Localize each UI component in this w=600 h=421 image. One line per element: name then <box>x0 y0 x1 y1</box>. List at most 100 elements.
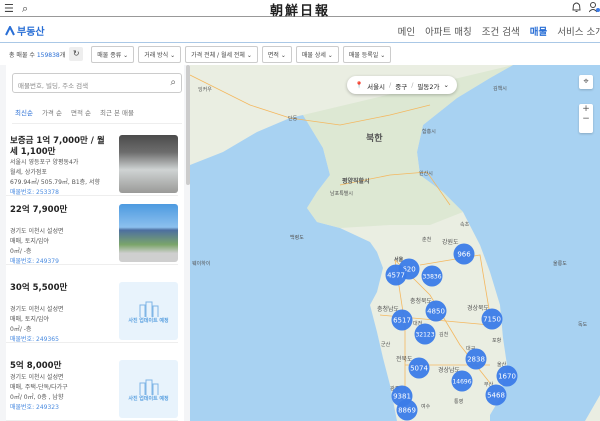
listing-card[interactable]: 5억 8,000만 경기도 이천시 설성면 매매, 주택-단독/다가구 0㎡/ … <box>6 356 178 421</box>
listing-address: 경기도 이천시 설성면 <box>10 374 64 381</box>
listing-cluster[interactable]: 4850 <box>425 300 447 322</box>
sort-tabs: 최신순 가격 순 면적 순 최근 본 매물 <box>15 107 134 117</box>
filter-details[interactable]: 매물 상세 ⌄ <box>295 45 339 63</box>
cluster-count: 5074 <box>410 365 428 373</box>
sort-recently-viewed[interactable]: 최근 본 매물 <box>100 107 134 117</box>
map-canvas[interactable]: 북한평양직할시남포특별시 원산시 함흥시 김책시단둥 잉커우웨이하이 백령도 춘천 속초강원도… <box>190 65 600 421</box>
listing-cluster[interactable]: 4577 <box>385 264 407 286</box>
listing-card[interactable]: 보증금 1억 7,000만 / 월세 1,100만 서울시 영등포구 양평동4가… <box>6 131 178 196</box>
listing-area: 0㎡/ -층 <box>10 326 32 333</box>
cluster-count: 5468 <box>487 392 505 400</box>
cluster-count: 33836 <box>422 274 441 281</box>
listing-number: 매물번호: 249323 <box>10 404 59 411</box>
map-label: 웨이하이 <box>192 260 210 267</box>
filter-price[interactable]: 가격 전체 / 월세 전체 ⌄ <box>185 45 258 63</box>
filter-registered-date[interactable]: 매물 등록일 ⌄ <box>342 45 392 63</box>
listing-photo <box>119 135 178 193</box>
listing-count: 총 매물 수 159838개 <box>9 51 66 59</box>
cluster-count: 966 <box>457 251 471 259</box>
map-label: 김책시 <box>493 85 507 92</box>
map-label: 평양직할시 <box>342 177 370 185</box>
location-pin-icon: 📍 <box>355 81 364 89</box>
brand-icon <box>5 25 15 35</box>
listing-price: 5억 8,000만 <box>10 361 62 371</box>
zoom-out-button[interactable]: − <box>579 114 593 124</box>
user-icon[interactable] <box>588 1 600 16</box>
my-location-button[interactable]: ⌖ <box>579 75 593 89</box>
map-label: 북한 <box>366 132 383 144</box>
sort-price[interactable]: 가격 순 <box>42 107 62 117</box>
main-nav: 부동산 메인 아파트 매칭 조건 검색 매물 서비스 소개 <box>0 18 600 43</box>
listing-area: 0㎡/ -층 <box>10 248 32 255</box>
filter-deal-type[interactable]: 거래 방식 ⌄ <box>138 45 182 63</box>
brand-logo[interactable]: 부동산 <box>5 23 45 38</box>
divider <box>12 123 182 124</box>
top-bar: ☰ ⌕ 朝鮮日報 <box>0 0 600 19</box>
listing-cluster[interactable]: 8869 <box>396 399 418 421</box>
zoom-in-button[interactable]: + <box>579 104 593 114</box>
breadcrumb-dong[interactable]: 필동2가 <box>417 81 439 91</box>
breadcrumb-city[interactable]: 서울시 <box>367 81 385 91</box>
listing-cluster[interactable]: 7150 <box>481 308 503 330</box>
listing-card[interactable]: 22억 7,900만 경기도 이천시 설성면 매매, 토지/임야 0㎡/ -층 … <box>6 200 178 265</box>
map-label: 춘천 <box>422 236 432 243</box>
listing-cluster[interactable]: 5468 <box>485 384 507 406</box>
map-label: 군산 <box>381 341 391 348</box>
cluster-count: 14696 <box>452 379 471 386</box>
cluster-count: 32123 <box>415 332 434 339</box>
building-icon <box>139 301 158 317</box>
listing-type: 매매, 토지/임야 <box>10 316 49 323</box>
cluster-count: 9381 <box>393 393 411 401</box>
listing-cluster[interactable]: 5074 <box>408 357 430 379</box>
listing-address: 경기도 이천시 설성면 <box>10 306 64 313</box>
search-input[interactable]: 매물번호, 빌딩, 주소 검색 ⌕ <box>12 73 182 93</box>
nav-service-intro[interactable]: 서비스 소개 <box>557 24 600 38</box>
listing-cluster[interactable]: 14696 <box>451 370 473 392</box>
listing-area: 679.94㎡/ 505.79㎡, B1층, 서향 <box>10 179 101 186</box>
map-label: 잉커우 <box>198 86 212 93</box>
sort-latest[interactable]: 최신순 <box>15 107 33 117</box>
listing-area: 0㎡/ 0㎡, 0층 , 남향 <box>10 394 64 401</box>
map-label: 김천 <box>439 331 449 338</box>
filter-area[interactable]: 면적 ⌄ <box>261 45 292 63</box>
map-label: 함흥시 <box>422 128 436 135</box>
map-label: 단둥 <box>288 115 298 122</box>
cluster-count: 4850 <box>427 308 445 316</box>
map-label: 여수 <box>421 403 431 410</box>
cluster-count: 4577 <box>387 272 405 280</box>
listing-number: 매물번호: 253378 <box>10 189 59 196</box>
listing-type: 매매, 토지/임야 <box>10 238 49 245</box>
listing-address: 경기도 이천시 설성면 <box>10 228 64 235</box>
bell-icon[interactable] <box>572 1 581 16</box>
listing-type: 월세, 상가점포 <box>10 169 47 176</box>
listing-cluster[interactable]: 1670 <box>496 365 518 387</box>
nav-listings[interactable]: 매물 <box>530 24 547 38</box>
listing-cluster[interactable]: 33836 <box>421 265 443 287</box>
map-label: 강원도 <box>442 238 459 246</box>
sort-area[interactable]: 면적 순 <box>71 107 91 117</box>
map-label: 독도 <box>578 322 588 328</box>
nav-apartment-matching[interactable]: 아파트 매칭 <box>425 24 472 38</box>
refresh-button[interactable]: ↻ <box>69 47 84 61</box>
listing-cluster[interactable]: 32123 <box>414 323 436 345</box>
zoom-controls: + − <box>579 104 593 133</box>
listing-price: 22억 7,900만 <box>10 205 68 215</box>
site-logo[interactable]: 朝鮮日報 <box>0 0 600 19</box>
map-label: 남포특별시 <box>330 190 353 197</box>
location-breadcrumb[interactable]: 📍 서울시 / 중구 / 필동2가 ⌄ <box>347 76 457 94</box>
listing-card[interactable]: 30억 5,500만 경기도 이천시 설성면 매매, 토지/임야 0㎡/ -층 … <box>6 278 178 343</box>
map-view[interactable]: 북한 평양직할시 남포특별시 원산시 함흥시 김책시 단둥 잉커우 웨이하이 백령도 춘천 속초 강원도… <box>190 65 600 421</box>
search-icon[interactable]: ⌕ <box>170 77 176 88</box>
listing-address: 서울시 영등포구 양평동4가 <box>10 159 79 166</box>
listing-cluster[interactable]: 6517 <box>391 309 413 331</box>
nav-condition-search[interactable]: 조건 검색 <box>482 24 520 38</box>
filter-property-type[interactable]: 매물 종류 ⌄ <box>91 45 135 63</box>
cluster-count: 8869 <box>398 407 416 415</box>
chevron-down-icon[interactable]: ⌄ <box>444 81 449 89</box>
map-label: 울릉도 <box>553 261 567 267</box>
listing-cluster[interactable]: 2838 <box>465 348 487 370</box>
listing-cluster[interactable]: 966 <box>453 243 475 265</box>
photo-placeholder: 사진 업데이트 예정 <box>119 360 178 418</box>
nav-main[interactable]: 메인 <box>398 24 415 38</box>
breadcrumb-district[interactable]: 중구 <box>395 81 407 91</box>
